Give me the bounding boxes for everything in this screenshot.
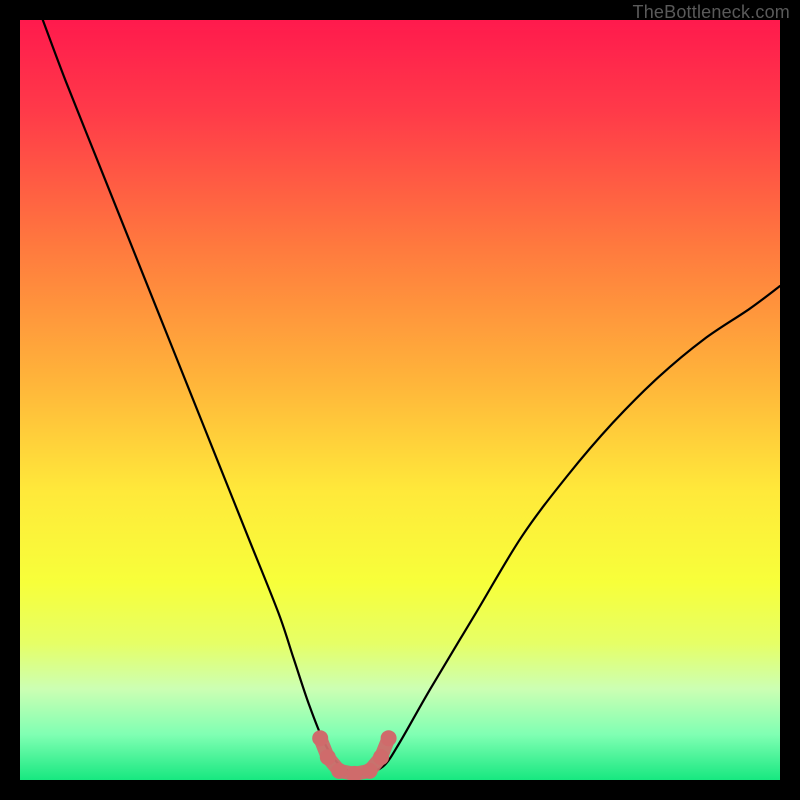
marker-dot (381, 730, 397, 746)
curve-layer (20, 20, 780, 780)
watermark: TheBottleneck.com (633, 2, 790, 23)
bottleneck-curve (43, 20, 780, 773)
marker-dot (312, 730, 328, 746)
marker-dot (331, 763, 347, 779)
bottom-dots (312, 730, 396, 780)
marker-dot (373, 749, 389, 765)
marker-dot (320, 749, 336, 765)
marker-dot (362, 763, 378, 779)
plot-area (20, 20, 780, 780)
outer-frame: TheBottleneck.com (0, 0, 800, 800)
